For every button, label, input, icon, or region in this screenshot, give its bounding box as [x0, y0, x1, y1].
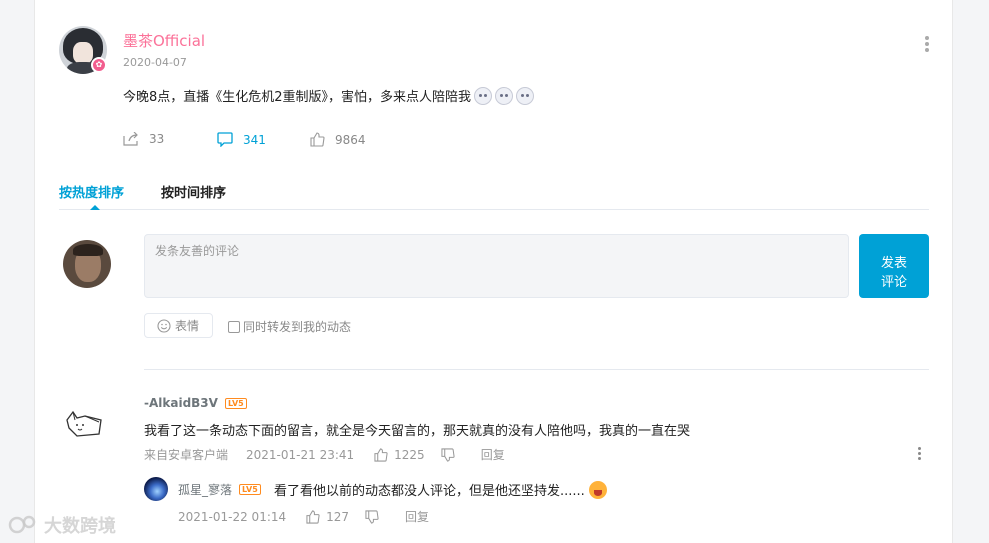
repost-option[interactable]: 同时转发到我的动态: [228, 318, 351, 335]
repost-count: 33: [149, 132, 165, 146]
reply-avatar[interactable]: [144, 477, 168, 501]
comment-dislike-button[interactable]: [441, 447, 455, 462]
repost-button[interactable]: 33: [123, 132, 164, 146]
official-badge-icon: ✿: [91, 57, 107, 73]
comment-count: 341: [243, 132, 266, 147]
comment-like-count: 1225: [394, 447, 425, 462]
thumbs-down-icon: [365, 509, 379, 524]
post-text: 今晚8点，直播《生化危机2重制版》，害怕，多来点人陪陪我: [123, 90, 472, 105]
commenter-name[interactable]: -AlkaidB3V LV5: [144, 396, 247, 410]
like-count: 9864: [335, 132, 366, 147]
level-badge: LV5: [224, 397, 247, 409]
current-user-avatar[interactable]: [63, 240, 111, 288]
like-button[interactable]: 9864: [310, 132, 366, 147]
sort-tabs: 按热度排序 按时间排序: [59, 180, 929, 210]
poster-username[interactable]: 墨茶Official: [123, 30, 205, 51]
thumbs-down-icon: [441, 447, 455, 462]
comment-source: 来自安卓客户端: [144, 448, 229, 462]
comment-input[interactable]: 发条友善的评论: [144, 234, 849, 298]
dynamic-card: ✿ 墨茶Official 2020-04-07 今晚8点，直播《生化危机2重制版…: [34, 0, 953, 543]
share-icon: [123, 132, 138, 146]
watermark-logo-icon: [8, 515, 36, 534]
reply-text: 看了看他以前的动态都没人评论，但是他还坚持发......: [274, 484, 585, 499]
comment-like-button[interactable]: 1225: [374, 448, 425, 462]
tab-sort-hot[interactable]: 按热度排序: [59, 182, 124, 201]
watermark: 大数跨境: [8, 512, 116, 538]
tab-sort-time[interactable]: 按时间排序: [161, 182, 226, 201]
post-content: 今晚8点，直播《生化危机2重制版》，害怕，多来点人陪陪我: [123, 86, 535, 105]
emoji-icon: [516, 86, 535, 105]
submit-comment-button[interactable]: 发表 评论: [859, 234, 929, 298]
repost-checkbox[interactable]: [228, 320, 240, 333]
thumbs-up-icon: [310, 132, 325, 147]
comment-more-icon[interactable]: [918, 447, 922, 462]
reply-username-group: 孤星_寥落 LV5: [178, 481, 261, 498]
submit-label-line1: 发表: [880, 255, 907, 271]
post-date: 2020-04-07: [123, 56, 187, 69]
thumbs-up-icon: [374, 447, 388, 462]
reply-reply-button[interactable]: 回复: [405, 508, 429, 525]
thumbs-up-icon: [306, 509, 320, 524]
comment-meta: 来自安卓客户端 2021-01-21 23:41 1225 回复: [144, 446, 505, 463]
active-tab-indicator: [90, 205, 100, 210]
level-badge: LV5: [239, 484, 261, 495]
reply-dislike-button[interactable]: [365, 509, 379, 524]
emoji-icon: [474, 86, 493, 105]
comment-time: 2021-01-21 23:41: [246, 447, 355, 462]
reply-like-count: 127: [326, 509, 350, 524]
commenter-avatar[interactable]: [63, 398, 111, 446]
crying-emoji-icon: [588, 480, 607, 499]
comment-reply-button[interactable]: 回复: [481, 446, 505, 463]
comment-text: 我看了这一条动态下面的留言，就全是今天留言的，那天就真的没有人陪他吗，我真的一直…: [144, 424, 691, 439]
reply-time: 2021-01-22 01:14: [178, 509, 287, 524]
comment-icon: [217, 132, 233, 147]
submit-label-line2: 评论: [880, 274, 907, 290]
emoji-icon: [495, 86, 514, 105]
watermark-text: 大数跨境: [44, 516, 116, 537]
commenter-username[interactable]: -AlkaidB3V: [144, 396, 218, 410]
more-options-icon[interactable]: [925, 36, 931, 54]
emote-button[interactable]: 表情: [144, 313, 213, 338]
reply-username[interactable]: 孤星_寥落: [178, 481, 232, 498]
comment-button[interactable]: 341: [217, 132, 266, 147]
reply-like-button[interactable]: 127: [306, 510, 349, 524]
emote-label: 表情: [175, 319, 200, 333]
smiley-icon: [157, 318, 171, 333]
repost-option-label: 同时转发到我的动态: [243, 320, 352, 334]
reply-meta: 2021-01-22 01:14 127 回复: [178, 508, 429, 525]
cat-box-icon: [66, 410, 102, 437]
reply-content: 看了看他以前的动态都没人评论，但是他还坚持发......: [274, 480, 607, 499]
divider: [144, 369, 929, 370]
